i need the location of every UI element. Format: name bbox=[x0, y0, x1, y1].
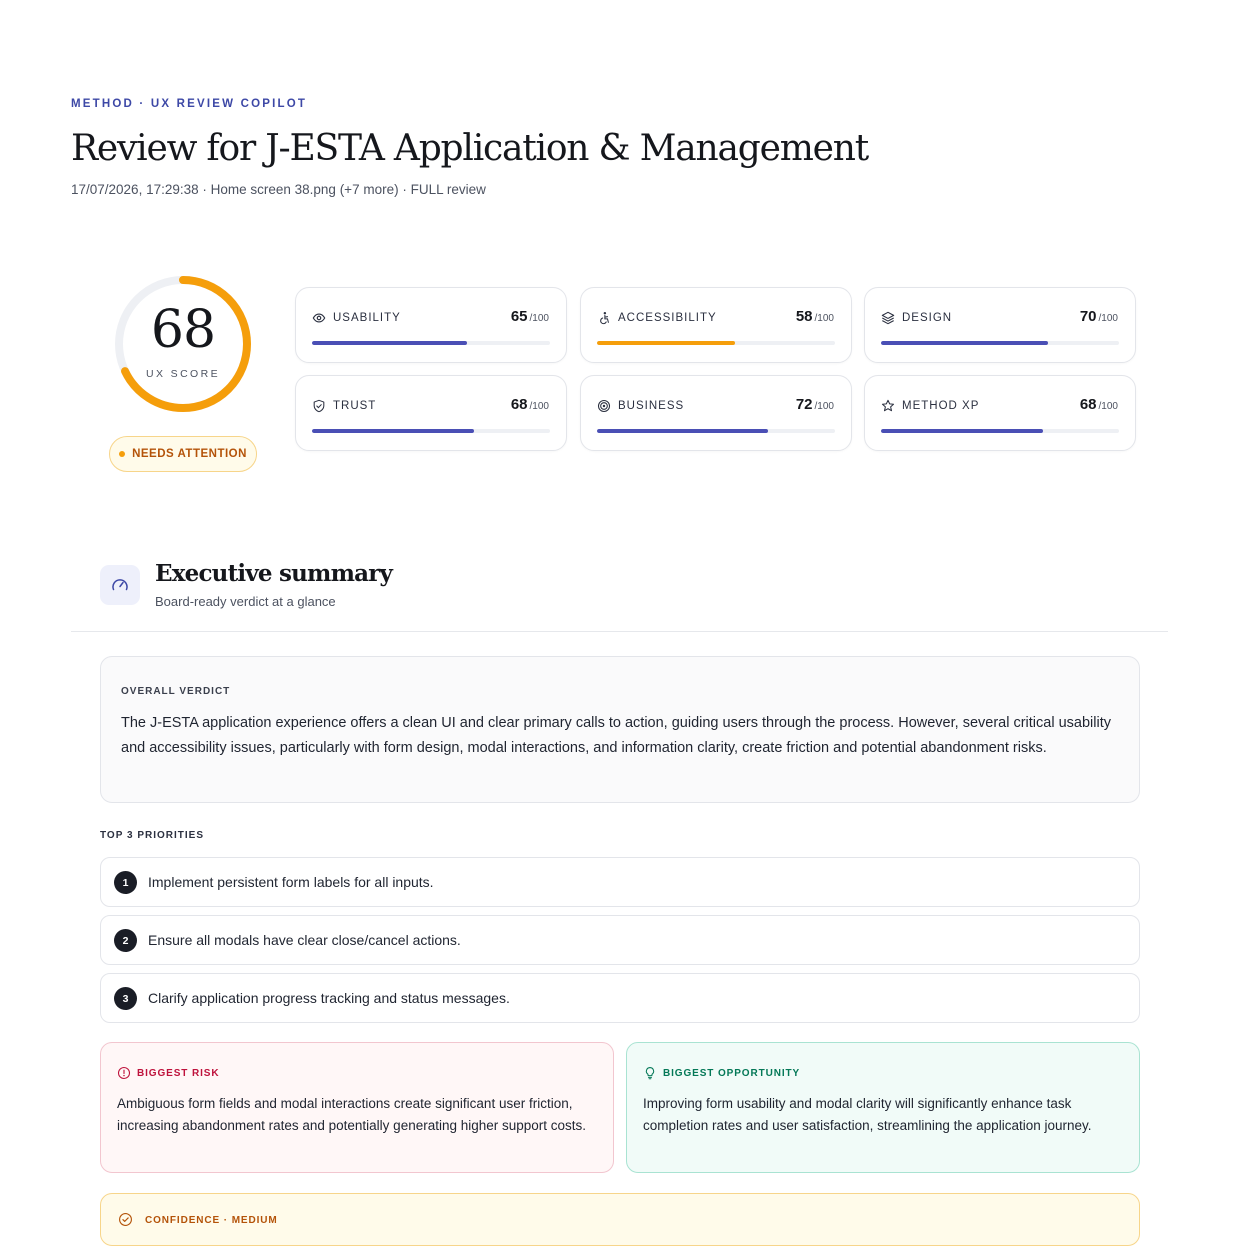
metric-card-design[interactable]: DESIGN 70/100 bbox=[864, 287, 1136, 363]
shield-icon bbox=[313, 399, 325, 413]
metric-label: USABILITY bbox=[333, 312, 401, 324]
risk-text: Ambiguous form fields and modal interact… bbox=[117, 1096, 587, 1133]
metric-progress bbox=[881, 341, 1119, 345]
metric-card-usability[interactable]: USABILITY 65/100 bbox=[295, 287, 567, 363]
metric-progress bbox=[312, 341, 550, 345]
metric-score: 68/100 bbox=[510, 396, 549, 413]
target-icon bbox=[597, 399, 611, 413]
priority-text: Clarify application progress tracking an… bbox=[148, 990, 510, 1006]
priorities-heading: TOP 3 PRIORITIES bbox=[100, 830, 204, 841]
status-dot bbox=[119, 451, 126, 457]
eye-icon bbox=[312, 313, 326, 323]
lightbulb-icon bbox=[645, 1067, 655, 1080]
metric-progress-fill bbox=[312, 341, 467, 345]
metric-score: 70/100 bbox=[1079, 308, 1118, 325]
ux-score-value: 68 bbox=[150, 300, 216, 360]
gauge-icon bbox=[112, 579, 128, 591]
layers-icon bbox=[881, 311, 895, 325]
metric-score: 65/100 bbox=[510, 308, 549, 325]
metric-label: BUSINESS bbox=[618, 400, 685, 412]
biggest-opportunity-card: BIGGEST OPPORTUNITY Improving form usabi… bbox=[626, 1042, 1140, 1173]
metric-progress-fill bbox=[881, 429, 1043, 433]
star-icon bbox=[881, 399, 895, 412]
metric-label: TRUST bbox=[333, 400, 377, 412]
section-subtitle: Board-ready verdict at a glance bbox=[155, 594, 336, 609]
section-icon-container bbox=[100, 565, 140, 605]
status-badge: NEEDS ATTENTION bbox=[109, 436, 257, 472]
metric-score: 68/100 bbox=[1079, 396, 1118, 413]
status-badge-label: NEEDS ATTENTION bbox=[132, 448, 247, 460]
review-meta: 17/07/2026, 17:29:38 · Home screen 38.pn… bbox=[71, 182, 486, 197]
metric-progress-fill bbox=[312, 429, 474, 433]
metric-progress-fill bbox=[881, 341, 1048, 345]
metric-label: DESIGN bbox=[902, 312, 953, 324]
verdict-text: The J-ESTA application experience offers… bbox=[121, 715, 1111, 756]
overall-verdict-card: OVERALL VERDICT The J-ESTA application e… bbox=[100, 656, 1140, 803]
metric-progress-fill bbox=[597, 429, 769, 433]
ux-score-label: UX SCORE bbox=[145, 368, 221, 380]
metric-label: ACCESSIBILITY bbox=[618, 312, 717, 324]
eyebrow: METHOD · UX REVIEW COPILOT bbox=[71, 98, 308, 110]
accessibility-icon bbox=[600, 311, 609, 325]
metric-progress-fill bbox=[597, 341, 736, 345]
metric-score: 58/100 bbox=[795, 308, 834, 325]
priority-item: 2 Ensure all modals have clear close/can… bbox=[100, 915, 1140, 965]
metric-label: METHOD XP bbox=[902, 400, 980, 412]
check-circle-icon bbox=[119, 1213, 132, 1226]
metric-card-method-xp[interactable]: METHOD XP 68/100 bbox=[864, 375, 1136, 451]
metric-progress bbox=[881, 429, 1119, 433]
metric-progress bbox=[312, 429, 550, 433]
priority-number: 3 bbox=[114, 987, 137, 1010]
page-title: Review for J-ESTA Application & Manageme… bbox=[71, 128, 869, 169]
opportunity-text: Improving form usability and modal clari… bbox=[643, 1096, 1092, 1133]
metric-score: 72/100 bbox=[795, 396, 834, 413]
verdict-label: OVERALL VERDICT bbox=[121, 686, 231, 697]
opportunity-label: BIGGEST OPPORTUNITY bbox=[663, 1068, 801, 1079]
metric-progress bbox=[597, 341, 835, 345]
metric-card-trust[interactable]: TRUST 68/100 bbox=[295, 375, 567, 451]
section-title: Executive summary bbox=[155, 560, 393, 587]
confidence-label: CONFIDENCE · MEDIUM bbox=[145, 1215, 278, 1226]
biggest-risk-card: BIGGEST RISK Ambiguous form fields and m… bbox=[100, 1042, 614, 1173]
priority-text: Ensure all modals have clear close/cance… bbox=[148, 932, 461, 948]
risk-label: BIGGEST RISK bbox=[137, 1068, 220, 1079]
metric-card-accessibility[interactable]: ACCESSIBILITY 58/100 bbox=[580, 287, 852, 363]
priority-text: Implement persistent form labels for all… bbox=[148, 874, 434, 890]
priority-item: 1 Implement persistent form labels for a… bbox=[100, 857, 1140, 907]
alert-circle-icon bbox=[117, 1066, 131, 1080]
priority-number: 2 bbox=[114, 929, 137, 952]
section-divider bbox=[71, 631, 1168, 632]
metric-card-business[interactable]: BUSINESS 72/100 bbox=[580, 375, 852, 451]
confidence-card: CONFIDENCE · MEDIUM bbox=[100, 1193, 1140, 1246]
priority-number: 1 bbox=[114, 871, 137, 894]
ux-score-gauge: 68 UX SCORE bbox=[112, 273, 254, 415]
metric-progress bbox=[597, 429, 835, 433]
priority-item: 3 Clarify application progress tracking … bbox=[100, 973, 1140, 1023]
